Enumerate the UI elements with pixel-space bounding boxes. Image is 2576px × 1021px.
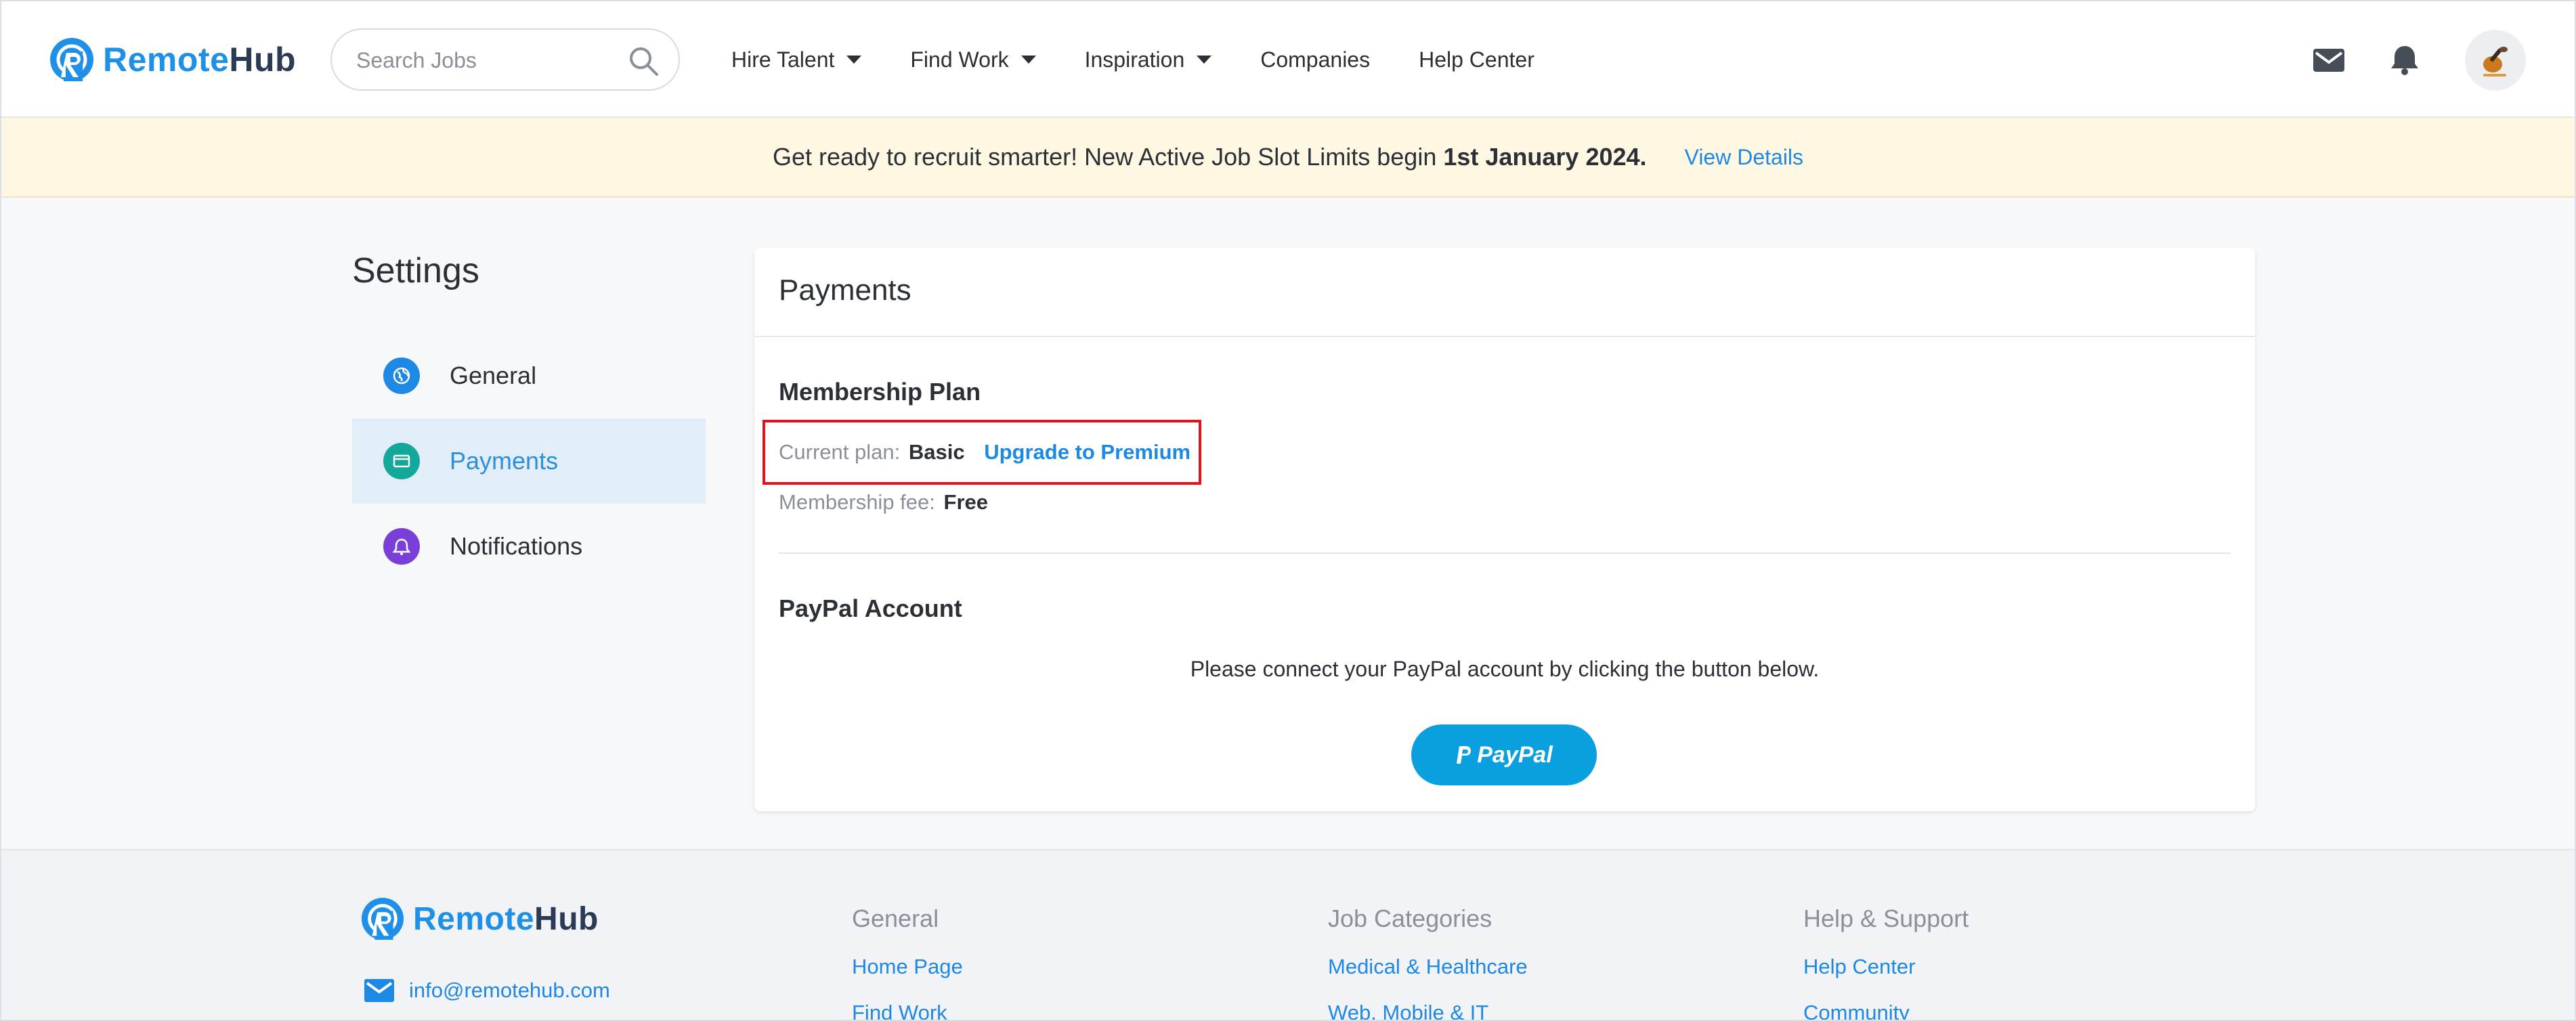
divider	[754, 336, 2255, 337]
search-box	[330, 28, 680, 91]
footer-link[interactable]: Community	[1803, 1001, 1969, 1020]
current-plan-row: Current plan: Basic Upgrade to Premium	[779, 440, 1190, 464]
sidebar-item-label: Payments	[450, 447, 559, 475]
sidebar-item-payments[interactable]: Payments	[352, 418, 706, 504]
payments-title: Payments	[779, 274, 911, 307]
search-input[interactable]	[356, 45, 614, 76]
brand-logo[interactable]: RemoteHub	[49, 35, 296, 84]
divider	[779, 552, 2231, 554]
chevron-down-icon	[846, 56, 862, 64]
footer-logo[interactable]: RemoteHub	[360, 896, 599, 941]
chevron-down-icon	[1021, 56, 1036, 64]
logo-icon	[50, 38, 93, 81]
site-footer: RemoteHub info@remotehub.com General Hom…	[1, 849, 2575, 1020]
bell-icon[interactable]	[2386, 42, 2423, 79]
chevron-down-icon	[1197, 56, 1212, 64]
mail-icon	[364, 979, 394, 1002]
membership-fee-value: Free	[943, 490, 988, 514]
membership-fee-label: Membership fee:	[779, 490, 935, 514]
upgrade-to-premium-link[interactable]: Upgrade to Premium	[984, 440, 1190, 464]
view-details-link[interactable]: View Details	[1685, 145, 1803, 170]
footer-heading: General	[852, 905, 939, 932]
nav-inspiration[interactable]: Inspiration	[1085, 47, 1212, 72]
nav-companies[interactable]: Companies	[1260, 47, 1370, 72]
paypal-icon	[1457, 746, 1472, 764]
nav-label: Inspiration	[1084, 47, 1185, 72]
payments-card: Payments Membership Plan Current plan: B…	[754, 248, 2255, 811]
brand-name: RemoteHub	[103, 41, 297, 79]
membership-fee-row: Membership fee: Free	[779, 490, 988, 515]
sidebar-item-label: General	[450, 362, 537, 389]
main-nav: Hire Talent Find Work Inspiration Compan…	[731, 42, 1583, 77]
nav-hire-talent[interactable]: Hire Talent	[731, 47, 862, 72]
announcement-banner: Get ready to recruit smarter! New Active…	[1, 118, 2575, 198]
footer-link[interactable]: Home Page	[852, 955, 963, 979]
sidebar-item-general[interactable]: General	[352, 333, 706, 418]
footer-link[interactable]: Find Work	[852, 1001, 963, 1020]
footer-email-text: info@remotehub.com	[409, 978, 610, 1002]
footer-link[interactable]: Web, Mobile & IT	[1328, 1001, 1528, 1020]
settings-title: Settings	[352, 251, 479, 290]
avatar[interactable]	[2465, 30, 2526, 91]
paypal-connect-button[interactable]: PayPal	[1411, 724, 1597, 785]
card-icon	[383, 443, 420, 479]
sidebar-item-label: Notifications	[450, 532, 583, 560]
top-header: RemoteHub Hire Talent Find Work Inspirat…	[1, 1, 2575, 118]
nav-label: Find Work	[910, 47, 1009, 72]
footer-col-general: General Home Page Find Work	[852, 905, 963, 1020]
brand-name: RemoteHub	[413, 900, 599, 937]
avatar-image	[2483, 47, 2508, 77]
membership-plan-title: Membership Plan	[779, 378, 981, 406]
paypal-button-label: PayPal	[1477, 741, 1553, 768]
page: RemoteHub Hire Talent Find Work Inspirat…	[0, 0, 2576, 1021]
nav-label: Hire Talent	[731, 47, 835, 72]
footer-email[interactable]: info@remotehub.com	[363, 978, 610, 1003]
nav-help-center[interactable]: Help Center	[1419, 47, 1534, 72]
paypal-account-title: PayPal Account	[779, 594, 962, 622]
logo-icon	[361, 897, 404, 940]
footer-col-job-categories: Job Categories Medical & Healthcare Web,…	[1328, 905, 1528, 1020]
nav-find-work[interactable]: Find Work	[910, 47, 1036, 72]
current-plan-value: Basic	[908, 440, 965, 464]
search-icon[interactable]	[627, 45, 660, 77]
banner-message: Get ready to recruit smarter! New Active…	[772, 143, 1647, 171]
globe-icon	[383, 357, 420, 394]
footer-col-help-support: Help & Support Help Center Community	[1803, 905, 1969, 1020]
nav-label: Companies	[1260, 47, 1371, 72]
footer-link[interactable]: Help Center	[1803, 955, 1969, 979]
mail-icon[interactable]	[2311, 42, 2347, 79]
nav-label: Help Center	[1419, 47, 1534, 72]
current-plan-label: Current plan:	[779, 440, 901, 464]
footer-heading: Job Categories	[1328, 905, 1493, 932]
paypal-instruction: Please connect your PayPal account by cl…	[1190, 657, 1820, 681]
footer-heading: Help & Support	[1803, 905, 1969, 932]
footer-link[interactable]: Medical & Healthcare	[1328, 955, 1528, 979]
sidebar-item-notifications[interactable]: Notifications	[352, 504, 706, 589]
bell-icon	[383, 528, 420, 565]
